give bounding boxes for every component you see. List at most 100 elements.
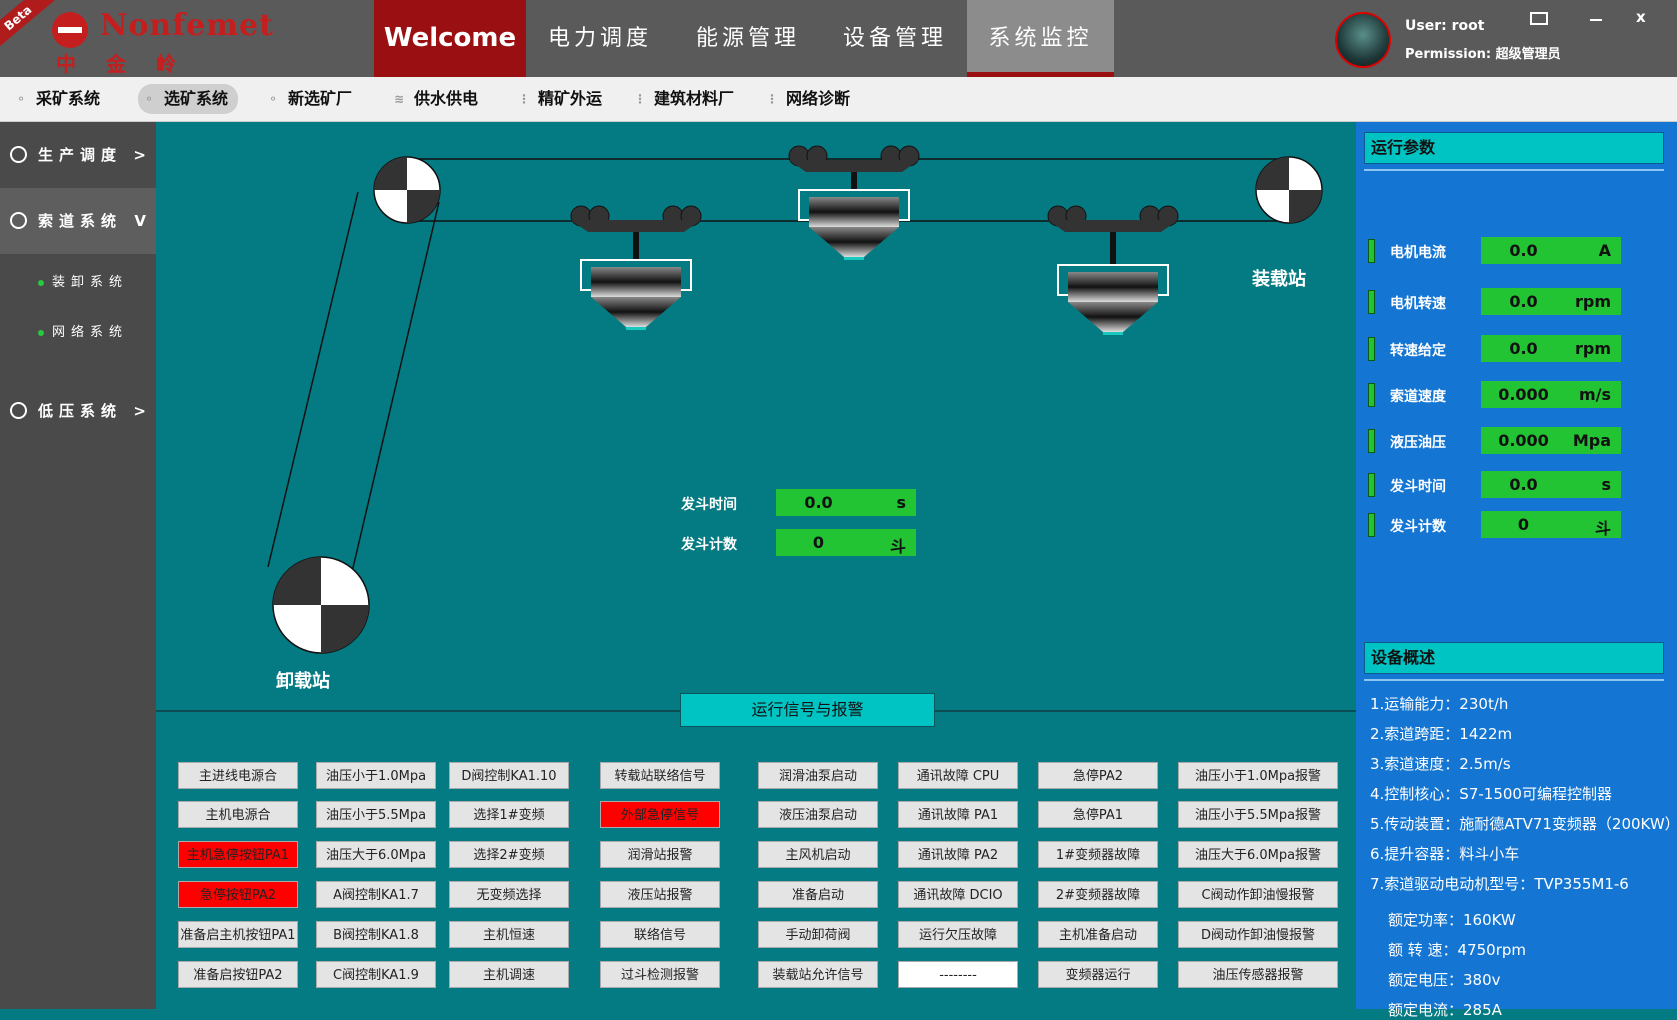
sidebar-item-low-voltage[interactable]: 低压系统 > bbox=[0, 378, 156, 444]
signal-indicator: 转载站联络信号 bbox=[600, 762, 720, 789]
signal-indicator: D阀控制KA1.10 bbox=[449, 762, 569, 789]
signal-indicator: C阀动作卸油慢报警 bbox=[1178, 881, 1338, 908]
value-text: 0.0 bbox=[1509, 339, 1538, 358]
signal-indicator: 油压小于1.0Mpa bbox=[316, 762, 436, 789]
load-station-label: 装载站 bbox=[1252, 269, 1306, 290]
unit-text: m/s bbox=[1578, 385, 1611, 404]
sidebar-item-production[interactable]: 生产调度 > bbox=[0, 122, 156, 188]
signal-indicator: 润滑油泵启动 bbox=[758, 762, 878, 789]
status-bar-icon bbox=[1368, 383, 1375, 407]
dispatch-time-label: 发斗时间 bbox=[681, 497, 737, 513]
nav-system-monitor[interactable]: 系统监控 bbox=[967, 0, 1114, 77]
overview-subline: 额定电压：380v bbox=[1388, 971, 1501, 989]
signal-indicator: 急停按钮PA2 bbox=[178, 881, 298, 908]
overview-line: 3.索道速度：2.5m/s bbox=[1370, 755, 1511, 773]
doc-icon: ⋮ bbox=[518, 92, 530, 106]
overview-subline: 额 转 速：4750rpm bbox=[1388, 941, 1527, 959]
overview-line: 5.传动装置：施耐德ATV71变频器（200KW） bbox=[1370, 815, 1677, 833]
subtab-label: 供水供电 bbox=[414, 89, 479, 108]
value-text: 0.000 bbox=[1498, 431, 1549, 450]
dispatch-count-label: 发斗计数 bbox=[681, 537, 737, 553]
signal-indicator: A阀控制KA1.7 bbox=[316, 881, 436, 908]
bucket-car-2 bbox=[788, 145, 920, 260]
unit-text: 斗 bbox=[889, 537, 906, 556]
signal-indicator: 准备启动 bbox=[758, 881, 878, 908]
dispatch-count-value: 0斗 bbox=[776, 529, 916, 556]
nav-device-management[interactable]: 设备管理 bbox=[823, 0, 967, 77]
subtab-network-diag[interactable]: ⋮ 网络诊断 bbox=[760, 84, 850, 114]
alarm-section-title: 运行信号与报警 bbox=[680, 693, 935, 727]
sidebar-item-label: 低压系统 bbox=[38, 402, 123, 420]
user-avatar[interactable] bbox=[1335, 12, 1391, 68]
subtab-water-power[interactable]: ≋ 供水供电 bbox=[388, 84, 478, 114]
subtab-label: 选矿系统 bbox=[164, 89, 229, 108]
ropeway-diagram: 卸载站 装载站 发斗时间 0.0 s 发斗计数 0斗 bbox=[156, 122, 1356, 702]
mail-icon[interactable] bbox=[1530, 12, 1548, 25]
overview-title: 设备概述 bbox=[1364, 642, 1664, 674]
close-icon[interactable]: x bbox=[1636, 8, 1646, 26]
signal-indicator: 选择2#变频 bbox=[449, 841, 569, 868]
minimize-icon[interactable] bbox=[1590, 19, 1602, 21]
nav-power-dispatch[interactable]: 电力调度 bbox=[528, 0, 672, 77]
signal-indicator: 主机恒速 bbox=[449, 921, 569, 948]
signal-indicator: 液压站报警 bbox=[600, 881, 720, 908]
overview-subline: 额定电流：285A bbox=[1388, 1001, 1502, 1019]
signal-indicator: 装载站允许信号 bbox=[758, 961, 878, 988]
subtab-label: 网络诊断 bbox=[786, 89, 851, 108]
param-label: 发斗时间 bbox=[1390, 479, 1446, 495]
signal-indicator: 准备启按钮PA2 bbox=[178, 961, 298, 988]
overview-line: 2.索道跨距：1422m bbox=[1370, 725, 1513, 743]
run-params-title: 运行参数 bbox=[1364, 132, 1664, 164]
pulley-top-left bbox=[373, 156, 441, 224]
signal-indicator: 油压传感器报警 bbox=[1178, 961, 1338, 988]
nav-welcome[interactable]: Welcome bbox=[374, 0, 526, 77]
sidebar-sub-loading[interactable]: 装卸系统 bbox=[0, 258, 156, 308]
signal-indicator: 无变频选择 bbox=[449, 881, 569, 908]
overview-line: 4.控制核心：S7-1500可编程控制器 bbox=[1370, 785, 1612, 803]
signal-indicator: 主机调速 bbox=[449, 961, 569, 988]
overview-line: 7.索道驱动电动机型号：TVP355M1-6 bbox=[1370, 875, 1629, 893]
top-bar: Beta Nonfemet 中金岭南 Welcome 电力调度 能源管理 设备管… bbox=[0, 0, 1677, 105]
right-panel: 运行参数 电机电流 0.0 A 电机转速 0.0 rpm 转速给定 0.0 rpm 索道速度 0.0… bbox=[1356, 122, 1677, 1019]
subtab-concentrate[interactable]: ⋮ 精矿外运 bbox=[512, 84, 602, 114]
signal-indicator: B阀控制KA1.8 bbox=[316, 921, 436, 948]
subtab-beneficiation[interactable]: ⚬ 选矿系统 bbox=[138, 84, 239, 114]
sidebar-item-ropeway[interactable]: 索道系统 V bbox=[0, 188, 156, 254]
param-label: 索道速度 bbox=[1390, 389, 1446, 405]
bucket-car-1 bbox=[570, 205, 702, 330]
subtab-mining[interactable]: ⚬ 采矿系统 bbox=[10, 84, 100, 114]
unit-text: rpm bbox=[1574, 339, 1611, 358]
unit-text: A bbox=[1598, 241, 1611, 260]
sub-navigation: ⚬ 采矿系统 ⚬ 选矿系统 ⚬ 新选矿厂 ≋ 供水供电 ⋮ 精矿外运 ⋮ 建筑材料厂 ⋮ 网络… bbox=[0, 77, 1677, 122]
share-icon: ⚬ bbox=[144, 92, 155, 106]
value-text: 0.0 bbox=[1509, 241, 1538, 260]
signal-indicator: 油压大于6.0Mpa报警 bbox=[1178, 841, 1338, 868]
sidebar: 生产调度 > 索道系统 V 装卸系统 网络系统 低压系统 > bbox=[0, 122, 156, 1009]
param-value-box: 0.0 s bbox=[1481, 471, 1621, 498]
signal-indicator: 变频器运行 bbox=[1038, 961, 1158, 988]
company-logo: Beta Nonfemet 中金岭南 bbox=[0, 0, 273, 105]
dispatch-time-value: 0.0 s bbox=[776, 489, 916, 516]
signal-indicator: 联络信号 bbox=[600, 921, 720, 948]
sidebar-sub-network[interactable]: 网络系统 bbox=[0, 308, 156, 358]
signal-indicator: 通讯故障 CPU bbox=[898, 762, 1018, 789]
signal-indicator: 2#变频器故障 bbox=[1038, 881, 1158, 908]
param-value-box: 0.0 rpm bbox=[1481, 288, 1621, 315]
doc-icon: ⋮ bbox=[766, 92, 778, 106]
value-text: 0.0 bbox=[1509, 292, 1538, 311]
signal-indicator: -------- bbox=[898, 961, 1018, 988]
user-label: User: bbox=[1405, 18, 1447, 34]
status-dot-icon bbox=[38, 330, 44, 336]
subtab-building-materials[interactable]: ⋮ 建筑材料厂 bbox=[628, 84, 734, 114]
nav-energy-management[interactable]: 能源管理 bbox=[676, 0, 820, 77]
logo-text: Nonfemet bbox=[100, 8, 274, 43]
subtab-new-plant[interactable]: ⚬ 新选矿厂 bbox=[262, 84, 352, 114]
panel-divider bbox=[1364, 679, 1664, 681]
param-label: 液压油压 bbox=[1390, 435, 1446, 451]
refresh-icon bbox=[10, 212, 27, 229]
status-bar-icon bbox=[1368, 337, 1375, 361]
status-bar-icon bbox=[1368, 513, 1375, 537]
signal-indicator: D阀动作卸油慢报警 bbox=[1178, 921, 1338, 948]
unit-text: s bbox=[896, 493, 906, 512]
status-bar-icon bbox=[1368, 473, 1375, 497]
